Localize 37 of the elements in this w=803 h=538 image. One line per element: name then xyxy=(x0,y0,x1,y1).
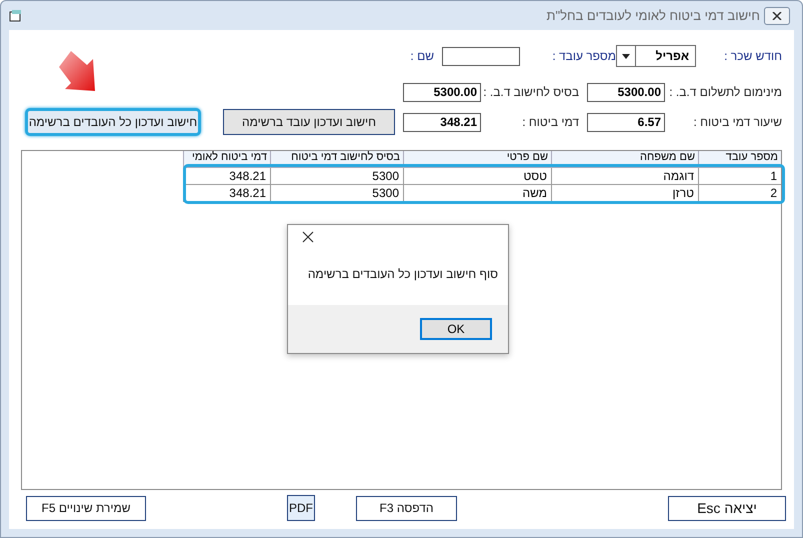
input-field[interactable]: 6.57 xyxy=(587,112,665,132)
close-icon xyxy=(772,12,782,20)
calculate-button[interactable]: חישוב ועדכון כל העובדים ברשימה xyxy=(25,108,201,136)
table-cell: טסט xyxy=(403,168,551,185)
app-icon xyxy=(9,10,23,22)
field-label: מספר עובד : xyxy=(551,49,616,63)
footer-button[interactable]: הדפסה F3 xyxy=(356,496,457,520)
table-cell: משה xyxy=(403,185,551,202)
table-cell: 348.21 xyxy=(183,185,270,202)
table-cell: 2 xyxy=(698,185,781,202)
ok-button[interactable]: OK xyxy=(420,318,492,340)
table-cell: 5300 xyxy=(270,185,403,202)
table-cell: 1 xyxy=(698,168,781,185)
table-cell: 5300 xyxy=(270,168,403,185)
footer-button[interactable]: יציאה Esc xyxy=(668,496,786,520)
footer-button[interactable]: שמירת שינויים F5 xyxy=(26,496,146,520)
field-label: בסיס לחישוב ד.ב. : xyxy=(482,85,579,99)
table-cell: טרזן xyxy=(551,185,698,202)
input-field[interactable] xyxy=(442,46,520,66)
close-icon[interactable] xyxy=(302,231,314,243)
calculate-button[interactable]: חישוב ועדכון עובד ברשימה xyxy=(223,109,395,135)
month-dropdown[interactable]: אפריל xyxy=(616,45,696,67)
table-cell: 348.21 xyxy=(183,168,270,185)
field-label: שם : xyxy=(409,49,434,63)
input-field[interactable]: 5300.00 xyxy=(403,82,481,102)
field-label: דמי ביטוח : xyxy=(521,115,579,129)
dialog-message: סוף חישוב ועדכון כל העובדים ברשימה xyxy=(306,267,498,281)
footer-button[interactable]: PDF xyxy=(287,495,315,521)
input-field[interactable]: 5300.00 xyxy=(587,82,665,102)
field-label: מינימום לתשלום ד.ב. : xyxy=(668,85,782,99)
field-label: שיעור דמי ביטוח : xyxy=(692,115,782,129)
caret-icon xyxy=(622,54,630,58)
field-label: חודש שכר : xyxy=(723,49,782,63)
input-field[interactable]: 348.21 xyxy=(403,112,481,132)
table-cell: דוגמה xyxy=(551,168,698,185)
window-title: חישוב דמי ביטוח לאומי לעובדים בחל"ת xyxy=(546,8,760,23)
close-button[interactable] xyxy=(764,6,790,24)
